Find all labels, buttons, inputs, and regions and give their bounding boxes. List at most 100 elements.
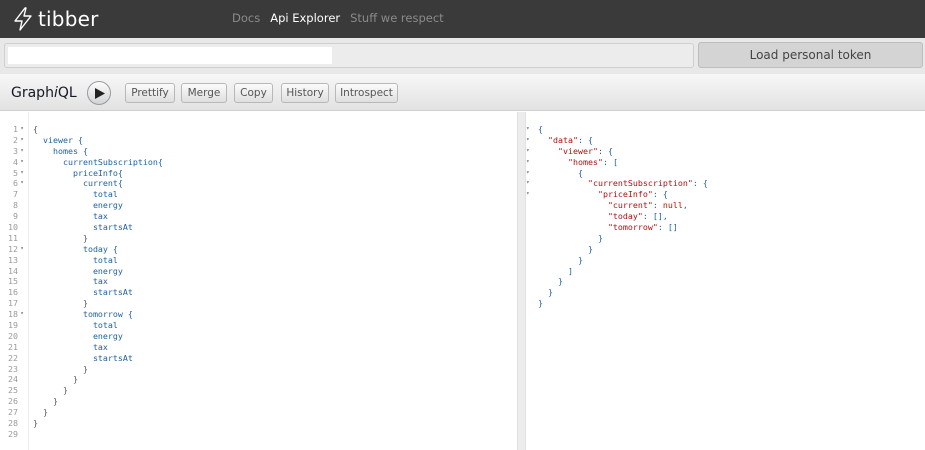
line-number-text: 1 (13, 124, 18, 134)
line-number: 16 (2, 287, 28, 298)
json-key: "tomorrow" (607, 222, 658, 233)
fold-arrow-icon[interactable]: ▾ (18, 135, 26, 146)
fold-arrow-icon[interactable]: ▾ (18, 146, 26, 157)
fold-arrow-icon (18, 276, 26, 287)
line-number: 19 (2, 320, 28, 331)
fold-arrow-icon[interactable]: ▾ (526, 124, 534, 135)
result-line: "tomorrow": [] (538, 222, 708, 233)
query-code[interactable]: { viewer { homes { currentSubscription{ … (33, 124, 163, 440)
code-line: startsAt (33, 352, 133, 363)
fold-arrow-icon[interactable]: ▾ (18, 124, 26, 135)
json-punct (538, 200, 608, 210)
line-number-text: 2 (13, 134, 18, 145)
execute-query-button[interactable] (87, 81, 111, 105)
line-number: 23 (2, 364, 28, 375)
line-number-text: 21 (8, 341, 18, 352)
code-line: total (33, 320, 118, 331)
json-punct: : { (577, 134, 593, 145)
fold-arrow-icon[interactable]: ▾ (18, 244, 26, 255)
line-number: 7 (2, 189, 28, 200)
line-number: 11 (2, 233, 28, 244)
json-key: "priceInfo" (597, 189, 653, 200)
line-number-text: 19 (8, 320, 18, 331)
result-line: { (538, 124, 708, 135)
fold-arrow-icon[interactable]: ▾ (18, 309, 26, 320)
code-line: } (33, 407, 48, 418)
line-number: 18 ▾ (2, 309, 28, 320)
line-number-text: 8 (13, 200, 18, 211)
result-line: "viewer": { (538, 146, 708, 157)
copy-button[interactable]: Copy (234, 83, 273, 103)
prettify-button[interactable]: Prettify (125, 83, 175, 103)
json-punct: : [ (602, 156, 618, 167)
code-line: } (33, 385, 68, 396)
json-punct (538, 146, 558, 156)
tibber-logo[interactable]: tibber (12, 5, 99, 33)
line-number: 25 (2, 385, 28, 396)
fold-arrow-icon[interactable]: ▾ (526, 178, 534, 189)
fold-arrow-icon (18, 353, 26, 364)
fold-arrow-icon (18, 255, 26, 266)
code-line: } (33, 418, 38, 429)
code-line: } (33, 374, 78, 385)
json-punct (538, 135, 548, 145)
result-fold-gutter: ▾ ▾ ▾ ▾ ▾ ▾ ▾ (526, 124, 534, 331)
fold-arrow-icon (18, 189, 26, 200)
merge-button[interactable]: Merge (181, 83, 227, 103)
editor-divider[interactable] (517, 112, 526, 450)
introspect-button[interactable]: Introspect (335, 83, 398, 103)
fold-arrow-icon[interactable]: ▾ (18, 168, 26, 179)
load-personal-token-button[interactable]: Load personal token (698, 42, 923, 68)
token-input[interactable] (8, 47, 332, 64)
line-number-text: 20 (8, 330, 18, 341)
result-line: "homes": [ (538, 157, 708, 168)
fold-arrow-icon (18, 266, 26, 277)
fold-arrow-icon[interactable]: ▾ (18, 178, 26, 189)
line-number: 12 ▾ (2, 244, 28, 255)
json-punct (538, 157, 568, 167)
fold-arrow-icon (18, 298, 26, 309)
code-line: currentSubscription{ (33, 156, 163, 167)
line-number: 29 (2, 429, 28, 440)
query-gutter: 1 ▾ 2 ▾ 3 ▾ 4 ▾ 5 ▾ 6 ▾ 7 8 9 10 11 12 ▾ 13 14 15 16 17 18 ▾ 19 20 2… (0, 112, 29, 450)
code-line: today { (33, 243, 118, 254)
fold-arrow-icon[interactable]: ▾ (526, 157, 534, 168)
fold-arrow-icon[interactable]: ▾ (18, 157, 26, 168)
result-line: "today": [], (538, 211, 708, 222)
query-editor[interactable]: 1 ▾ 2 ▾ 3 ▾ 4 ▾ 5 ▾ 6 ▾ 7 8 9 10 11 12 ▾ 13 14 15 16 17 18 ▾ 19 20 2… (0, 112, 517, 450)
fold-arrow-icon (18, 222, 26, 233)
nav-link-api-explorer[interactable]: Api Explorer (270, 11, 340, 25)
json-null: null (662, 200, 683, 211)
nav-link-docs[interactable]: Docs (232, 11, 260, 25)
code-line: viewer { (33, 134, 83, 145)
history-button[interactable]: History (281, 83, 329, 103)
fold-arrow-icon[interactable]: ▾ (526, 146, 534, 157)
fold-arrow-icon (18, 407, 26, 418)
top-navigation: tibber Docs Api Explorer Stuff we respec… (0, 0, 925, 38)
nav-link-stuff-we-respect[interactable]: Stuff we respect (350, 11, 444, 25)
line-number: 27 (2, 407, 28, 418)
fold-arrow-icon[interactable]: ▾ (526, 189, 534, 200)
result-line: "data": { (538, 135, 708, 146)
result-line: } (538, 276, 708, 287)
code-line: { (33, 124, 38, 134)
line-number-text: 16 (8, 287, 18, 298)
fold-arrow-icon (18, 364, 26, 375)
token-bar: Load personal token (0, 38, 925, 74)
fold-arrow-icon[interactable]: ▾ (526, 168, 534, 179)
line-number: 28 (2, 418, 28, 429)
code-line: energy (33, 200, 123, 211)
play-icon (95, 87, 105, 99)
line-number-text: 6 (13, 178, 18, 189)
code-line: total (33, 189, 118, 200)
fold-arrow-icon[interactable]: ▾ (526, 135, 534, 146)
result-line: } (538, 287, 708, 298)
line-number: 17 (2, 298, 28, 309)
json-punct: } (538, 232, 603, 243)
json-key: "homes" (567, 156, 603, 167)
code-line: startsAt (33, 222, 133, 233)
fold-arrow-icon (18, 233, 26, 244)
